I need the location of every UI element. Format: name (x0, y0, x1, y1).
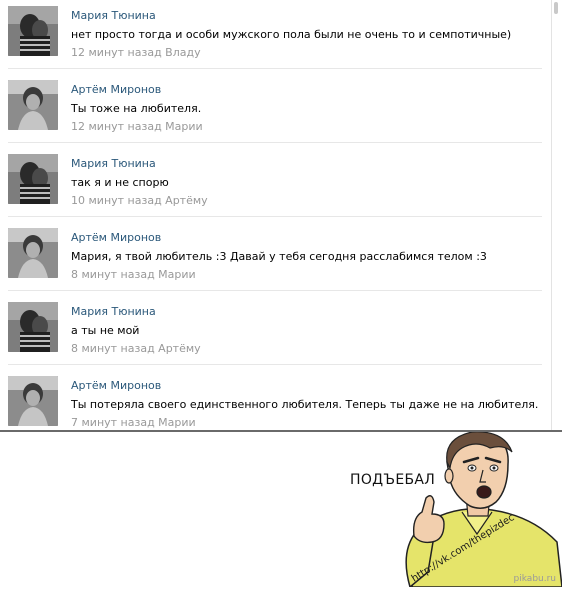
comment-meta[interactable]: 12 минут назад Владу (71, 46, 201, 59)
comment-text: Ты тоже на любителя. (71, 102, 202, 115)
comment-item: Мария Тюнина а ты не мой 8 минут назад А… (0, 296, 548, 370)
avatar[interactable] (8, 154, 58, 204)
separator (8, 290, 542, 291)
separator (8, 68, 542, 69)
comment-item: Артём Миронов Ты тоже на любителя. 12 ми… (0, 74, 548, 148)
comment-meta[interactable]: 8 минут назад Марии (71, 268, 196, 281)
meme-character-image: http://vk.com/thepizdec (392, 431, 562, 589)
avatar[interactable] (8, 80, 58, 130)
meme-panel: ПОДЪЕБАЛ http://vk.com/thepizdec pikabu.… (0, 431, 562, 589)
avatar[interactable] (8, 302, 58, 352)
comment-text: Мария, я твой любитель :3 Давай у тебя с… (71, 250, 487, 263)
comment-item: Артём Миронов Ты потеряла своего единств… (0, 370, 548, 431)
comment-item: Артём Миронов Мария, я твой любитель :3 … (0, 222, 548, 296)
comment-author[interactable]: Артём Миронов (71, 231, 161, 244)
comment-author[interactable]: Мария Тюнина (71, 157, 156, 170)
comment-text: так я и не спорю (71, 176, 169, 189)
comment-item: Мария Тюнина так я и не спорю 10 минут н… (0, 148, 548, 222)
comment-text: а ты не мой (71, 324, 140, 337)
comment-author[interactable]: Мария Тюнина (71, 305, 156, 318)
scrollbar-thumb[interactable] (554, 2, 558, 14)
comment-item: Мария Тюнина нет просто тогда и особи му… (0, 0, 548, 74)
avatar[interactable] (8, 228, 58, 278)
comment-meta[interactable]: 8 минут назад Артёму (71, 342, 201, 355)
separator (8, 216, 542, 217)
avatar[interactable] (8, 6, 58, 56)
comment-author[interactable]: Артём Миронов (71, 379, 161, 392)
comment-author[interactable]: Мария Тюнина (71, 9, 156, 22)
comment-meta[interactable]: 7 минут назад Марии (71, 416, 196, 429)
avatar[interactable] (8, 376, 58, 426)
comment-text: Ты потеряла своего единственного любител… (71, 398, 539, 411)
watermark: pikabu.ru (513, 574, 556, 584)
comment-author[interactable]: Артём Миронов (71, 83, 161, 96)
scrollbar[interactable] (551, 0, 562, 431)
separator (8, 142, 542, 143)
comment-text: нет просто тогда и особи мужского пола б… (71, 28, 512, 41)
separator (8, 364, 542, 365)
comment-meta[interactable]: 10 минут назад Артёму (71, 194, 208, 207)
comment-feed: Мария Тюнина нет просто тогда и особи му… (0, 0, 562, 431)
comment-meta[interactable]: 12 минут назад Марии (71, 120, 203, 133)
